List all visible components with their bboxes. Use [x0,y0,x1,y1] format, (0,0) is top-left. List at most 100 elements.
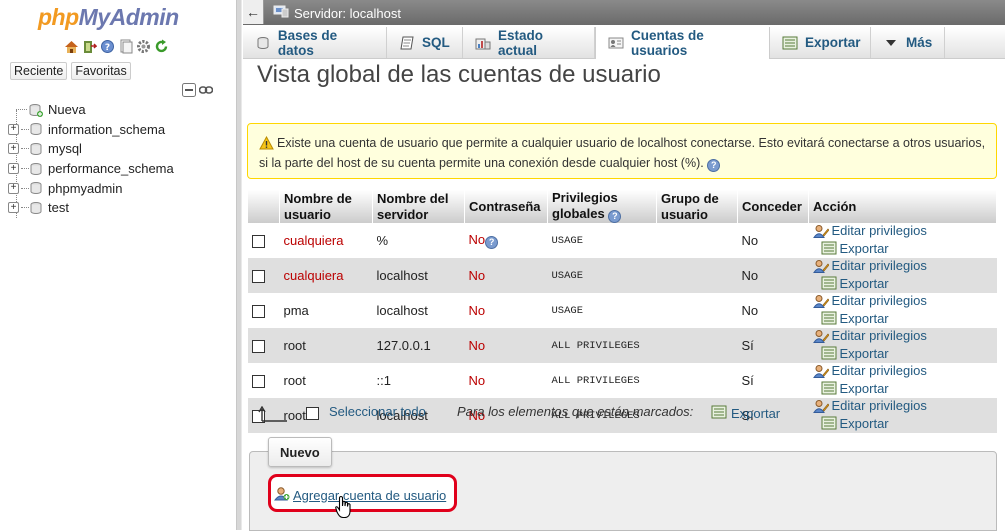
tab-sql[interactable]: SQL [387,27,463,58]
docs-icon[interactable] [118,39,133,54]
main-menu: Bases de datos SQL Estado actual Cuentas… [243,27,1005,59]
select-all-link[interactable]: Seleccionar todo [329,404,426,419]
cell-user: cualquiera [279,223,373,258]
tab-databases[interactable]: Bases de datos [243,27,387,58]
edit-privileges-link[interactable]: Editar privilegios [812,328,927,343]
nav-tabs: Reciente Favoritas [10,62,131,80]
cell-grant: Sí [737,328,809,363]
select-all-checkbox[interactable] [306,407,319,420]
phpmyadmin-logo[interactable]: phpMyAdmin [38,4,179,31]
tab-label: Más [906,35,933,50]
row-checkbox-cell [248,293,280,328]
export-label: Exportar [839,345,889,361]
export-link[interactable]: Exportar [821,311,889,326]
page-title: Vista global de las cuentas de usuario [257,61,661,88]
header-checkbox-col [248,190,280,223]
tab-recent[interactable]: Reciente [10,62,68,80]
breadcrumb-server[interactable]: Servidor: localhost [273,5,401,21]
edit-privileges-link[interactable]: Editar privilegios [812,363,927,378]
export-label: Exportar [839,275,889,291]
database-icon [29,142,43,156]
tree-item-database[interactable]: + mysql [8,139,174,159]
tree-item-database[interactable]: + phpmyadmin [8,178,174,198]
export-icon [711,405,727,422]
users-table: Nombre de usuario Nombre del servidor Co… [248,190,997,433]
reload-icon[interactable] [154,39,169,54]
edit-privileges-icon [812,364,829,378]
header-password[interactable]: Contraseña [464,190,548,223]
tree-controls [182,83,214,100]
header-host[interactable]: Nombre del servidor [372,190,465,223]
password-status: No [468,303,486,318]
export-link[interactable]: Exportar [821,346,889,361]
tree-item-database[interactable]: + test [8,198,174,218]
cell-password: No [464,258,548,293]
collapse-all-icon[interactable] [182,83,196,100]
row-checkbox[interactable] [252,340,265,354]
exit-icon[interactable] [82,39,97,54]
bulk-arrow-icon [258,405,288,425]
table-row: root 127.0.0.1 No ALL PRIVILEGES Sí Editar pr… [248,328,997,363]
help-icon[interactable]: ? [485,236,499,249]
export-icon [821,276,837,290]
help-icon[interactable]: ? [100,39,115,54]
cell-privileges: USAGE [547,293,657,328]
new-section-legend: Nuevo [268,437,332,467]
settings-icon[interactable] [136,39,151,54]
tree-item-database[interactable]: + information_schema [8,120,174,140]
notice-text: Existe una cuenta de usuario que permite… [259,136,986,170]
tab-more[interactable]: Más [871,27,945,58]
row-checkbox[interactable] [252,270,265,284]
row-checkbox[interactable] [252,235,265,249]
help-icon[interactable]: ? [707,159,721,172]
tab-label: Exportar [805,35,861,50]
expand-icon[interactable]: + [8,202,19,214]
cell-password: No [464,293,548,328]
expand-icon[interactable]: + [8,143,19,155]
logo-php-text: php [38,4,79,30]
caret-down-icon [883,36,899,50]
password-status: No [468,373,486,388]
cell-host: ::1 [372,363,465,398]
tab-status[interactable]: Estado actual [463,27,595,58]
cell-privileges: USAGE [547,258,657,293]
cell-privileges: USAGE [547,223,657,258]
expand-icon[interactable]: + [8,182,19,194]
row-checkbox[interactable] [252,375,265,389]
svg-text:?: ? [105,43,110,53]
tab-favorites[interactable]: Favoritas [71,62,131,80]
export-link[interactable]: Exportar [821,381,889,396]
database-icon [29,162,43,176]
header-grant[interactable]: Conceder [737,190,809,223]
edit-privileges-link[interactable]: Editar privilegios [812,258,927,273]
nav-resize-handle[interactable] [236,0,242,530]
edit-privileges-link[interactable]: Editar privilegios [812,293,927,308]
header-global-privileges[interactable]: Privilegios globales ? [547,190,657,223]
bulk-export-button[interactable]: Exportar [711,405,780,422]
add-user-account-link[interactable]: Agregar cuenta de usuario [273,486,446,504]
export-label: Exportar [839,310,889,326]
database-icon [255,36,271,50]
tree-item-database[interactable]: + performance_schema [8,159,174,179]
cell-user: cualquiera [279,258,373,293]
tab-export[interactable]: Exportar [770,27,871,58]
row-checkbox-cell [248,258,280,293]
help-icon[interactable]: ? [608,210,622,223]
server-icon [273,5,289,21]
expand-icon[interactable]: + [8,163,19,175]
export-link[interactable]: Exportar [821,276,889,291]
cell-privileges: ALL PRIVILEGES [547,328,657,363]
bulk-export-label: Exportar [731,406,781,421]
export-link[interactable]: Exportar [821,241,889,256]
header-user-group[interactable]: Grupo de usuario [656,190,738,223]
row-checkbox[interactable] [252,305,265,319]
home-icon[interactable] [64,39,79,54]
tab-user-accounts[interactable]: Cuentas de usuarios [595,27,770,59]
back-arrow-icon[interactable]: ← [243,0,264,24]
link-with-main-icon[interactable] [198,83,214,100]
tree-item-new[interactable]: Nueva [8,100,174,120]
edit-privileges-link[interactable]: Editar privilegios [812,223,927,238]
header-user[interactable]: Nombre de usuario [279,190,373,223]
expand-icon[interactable]: + [8,123,19,135]
edit-privileges-icon [812,294,829,308]
